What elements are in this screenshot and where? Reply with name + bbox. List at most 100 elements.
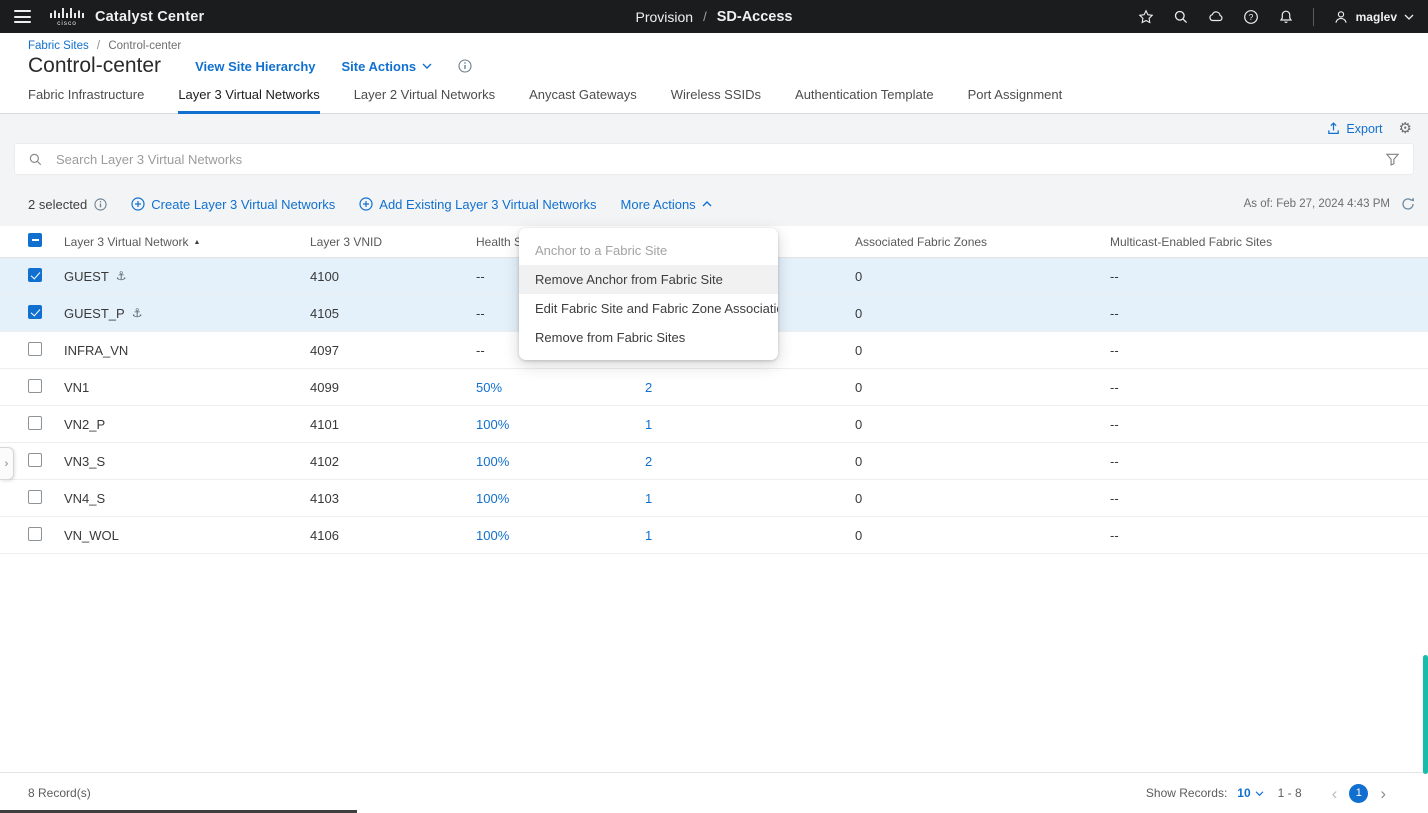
current-page-button[interactable]: 1 [1349, 783, 1369, 803]
row-checkbox[interactable] [28, 267, 42, 282]
table-row[interactable]: VN1 4099 50% 2 0 -- [0, 369, 1428, 406]
breadcrumb-separator: / [96, 40, 101, 52]
refresh-icon[interactable] [1400, 196, 1416, 212]
select-all-checkbox[interactable] [28, 233, 42, 247]
column-header-layer3-vn[interactable]: Layer 3 Virtual Network ▲ [64, 235, 310, 249]
fabric-zones-cell: 0 [855, 342, 863, 358]
next-page-icon[interactable]: › [1376, 785, 1390, 802]
gateways-count-cell[interactable]: 2 [645, 454, 855, 469]
vnid-cell: 4102 [310, 453, 339, 469]
column-header-multicast[interactable]: Multicast-Enabled Fabric Sites [1110, 235, 1428, 249]
column-header-fabric-zones[interactable]: Associated Fabric Zones [855, 235, 1110, 249]
chevron-down-icon [422, 63, 432, 69]
add-existing-l3-vn-button[interactable]: Add Existing Layer 3 Virtual Networks [359, 197, 597, 212]
nav-section[interactable]: Provision [636, 9, 694, 25]
gateways-count-cell[interactable]: 1 [645, 528, 855, 543]
more-actions-button[interactable]: More Actions [621, 197, 712, 212]
page-header: Control-center View Site Hierarchy Site … [0, 54, 1428, 84]
breadcrumb-fabric-sites[interactable]: Fabric Sites [28, 40, 89, 52]
multicast-cell: -- [1110, 527, 1119, 543]
tab[interactable]: Port Assignment [968, 87, 1063, 114]
help-icon[interactable]: ? [1243, 9, 1259, 25]
tab[interactable]: Layer 3 Virtual Networks [178, 87, 320, 114]
brand: cisco Catalyst Center [49, 7, 204, 26]
view-site-hierarchy-link[interactable]: View Site Hierarchy [195, 59, 315, 74]
tab[interactable]: Wireless SSIDs [671, 87, 761, 114]
vn-name: VN_WOL [64, 527, 119, 543]
info-icon[interactable] [458, 59, 472, 73]
vn-name: VN3_S [64, 453, 106, 469]
search-bar [14, 143, 1414, 175]
health-score-cell[interactable]: 100% [476, 491, 645, 506]
table-row[interactable]: VN3_S 4102 100% 2 0 -- [0, 443, 1428, 480]
tab[interactable]: Layer 2 Virtual Networks [354, 87, 495, 114]
fabric-zones-cell: 0 [855, 416, 863, 432]
site-actions-dropdown[interactable]: Site Actions [342, 59, 433, 74]
menu-hamburger-icon[interactable] [14, 10, 31, 23]
row-checkbox[interactable] [28, 452, 42, 467]
row-checkbox[interactable] [28, 415, 42, 430]
vnid-cell: 4100 [310, 268, 339, 284]
show-records-label: Show Records: [1145, 786, 1228, 800]
row-checkbox[interactable] [28, 526, 42, 541]
row-checkbox[interactable] [28, 378, 42, 393]
page-size-dropdown[interactable]: 10 [1237, 786, 1264, 800]
gateways-count-cell[interactable]: 2 [645, 380, 855, 395]
top-navigation-bar: cisco Catalyst Center Provision / SD-Acc… [0, 0, 1428, 33]
filter-icon[interactable] [1385, 152, 1400, 167]
topbar-divider [1312, 7, 1314, 26]
search-icon[interactable] [1173, 9, 1189, 25]
tab[interactable]: Anycast Gateways [529, 87, 637, 114]
notifications-bell-icon[interactable] [1278, 9, 1294, 25]
table-row[interactable]: VN_WOL 4106 100% 1 0 -- [0, 517, 1428, 554]
menu-item[interactable]: Remove from Fabric Sites [519, 323, 778, 352]
export-icon [1328, 122, 1340, 134]
table-row[interactable]: VN2_P 4101 100% 1 0 -- [0, 406, 1428, 443]
chevron-up-icon [702, 201, 712, 207]
fabric-zones-cell: 0 [855, 268, 863, 284]
vnid-cell: 4105 [310, 305, 339, 321]
gateways-count-cell[interactable]: 1 [645, 417, 855, 432]
health-score-cell[interactable]: 100% [476, 528, 645, 543]
previous-page-icon[interactable]: ‹ [1328, 785, 1342, 802]
favorites-star-icon[interactable] [1138, 9, 1154, 25]
tab[interactable]: Authentication Template [795, 87, 934, 114]
menu-item[interactable]: Remove Anchor from Fabric Site [519, 265, 778, 294]
user-menu[interactable]: maglev [1333, 9, 1414, 25]
left-panel-expand-handle[interactable]: › [0, 447, 14, 480]
vn-name: GUEST_P [64, 305, 125, 321]
row-checkbox[interactable] [28, 489, 42, 504]
health-score-cell[interactable]: 50% [476, 380, 645, 395]
info-icon[interactable] [94, 197, 107, 211]
settings-gear-icon[interactable]: ⚙ [1399, 121, 1412, 136]
user-avatar-icon [1334, 10, 1347, 23]
page-title: Control-center [28, 54, 162, 77]
vn-name: VN2_P [64, 416, 106, 432]
breadcrumb: Fabric Sites / Control-center [0, 33, 1428, 54]
multicast-cell: -- [1110, 490, 1119, 506]
row-checkbox[interactable] [28, 341, 42, 356]
vnid-cell: 4097 [310, 342, 339, 358]
column-header-vnid[interactable]: Layer 3 VNID [310, 235, 476, 249]
breadcrumb-current: Control-center [108, 40, 182, 52]
tab[interactable]: Fabric Infrastructure [28, 87, 144, 114]
menu-item[interactable]: Edit Fabric Site and Fabric Zone Associa… [519, 294, 778, 323]
table-row[interactable]: VN4_S 4103 100% 1 0 -- [0, 480, 1428, 517]
cloud-icon[interactable] [1208, 9, 1224, 25]
health-score-cell[interactable]: 100% [476, 417, 645, 432]
multicast-cell: -- [1110, 268, 1119, 284]
svg-text:?: ? [1248, 12, 1253, 22]
selected-count: 2 selected [28, 197, 107, 212]
menu-item[interactable]: Anchor to a Fabric Site [519, 236, 778, 265]
vertical-scrollbar-thumb[interactable] [1423, 655, 1428, 774]
create-l3-vn-button[interactable]: Create Layer 3 Virtual Networks [131, 197, 335, 212]
vnid-cell: 4106 [310, 527, 339, 543]
row-checkbox[interactable] [28, 304, 42, 319]
nav-subsection[interactable]: SD-Access [717, 9, 793, 25]
export-button[interactable]: Export [1326, 121, 1383, 136]
table-toolbar: 2 selected Create Layer 3 Virtual Networ… [0, 184, 1428, 226]
health-score-cell[interactable]: 100% [476, 454, 645, 469]
search-input[interactable] [54, 150, 1374, 168]
chevron-down-icon [1255, 790, 1264, 796]
gateways-count-cell[interactable]: 1 [645, 491, 855, 506]
